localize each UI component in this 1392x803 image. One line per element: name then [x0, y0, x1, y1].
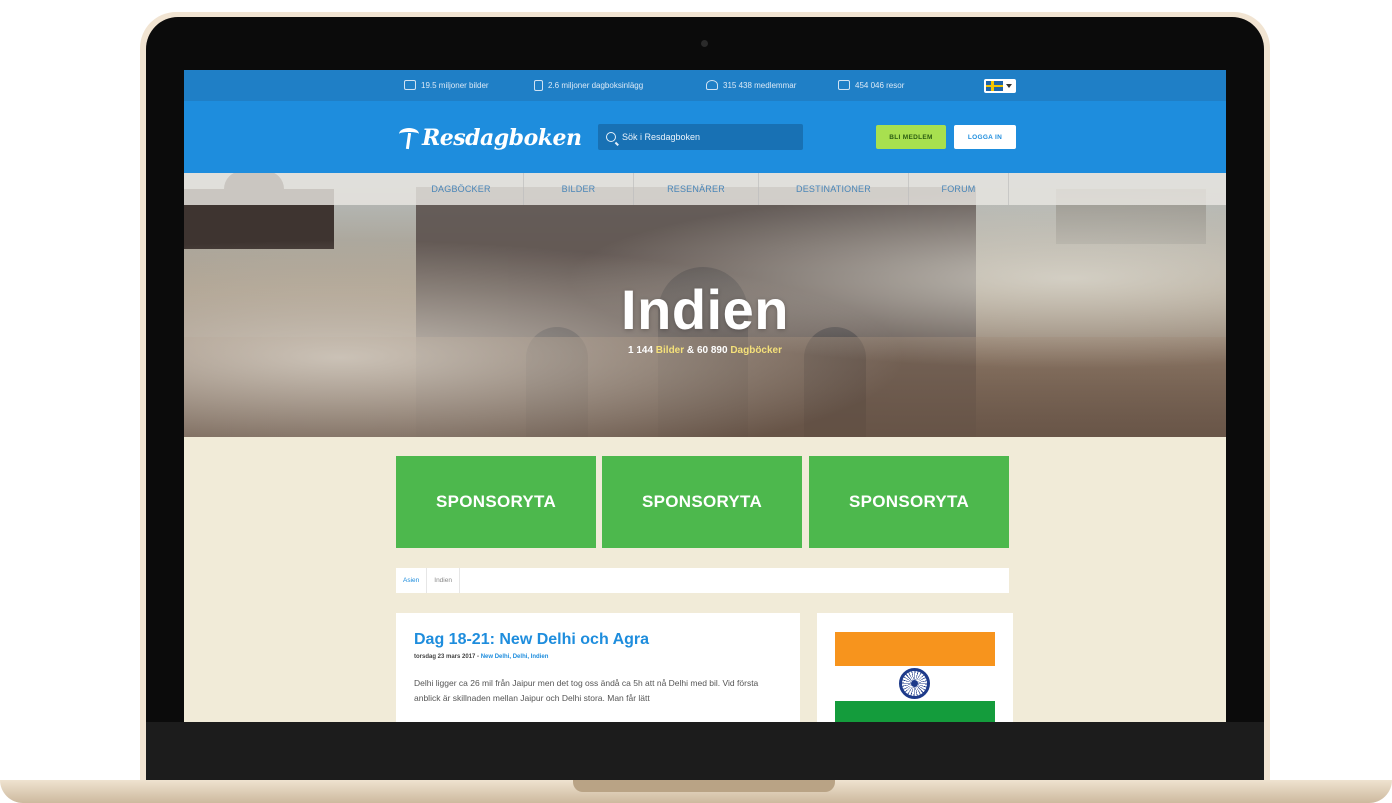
stat-text: 19.5 miljoner bilder: [421, 80, 489, 90]
search-input[interactable]: [622, 132, 792, 142]
laptop-chin: [146, 722, 1264, 782]
stat-members: 315 438 medlemmar: [706, 80, 796, 90]
sweden-flag-icon: [986, 81, 1003, 91]
sponsor-tile[interactable]: SPONSORYTA: [602, 456, 802, 548]
diaries-count: 60 890: [696, 345, 728, 356]
palm-tree-icon: [398, 127, 420, 149]
site-header: Resdagboken BLI MEDLEM LOGGA IN: [184, 101, 1226, 173]
diaries-link[interactable]: Dagböcker: [730, 345, 782, 356]
nav-resenarer[interactable]: RESENÄRER: [634, 173, 759, 205]
language-selector[interactable]: [984, 79, 1016, 93]
stat-text: 2.6 miljoner dagboksinlägg: [548, 81, 644, 90]
nav-destinationer[interactable]: DESTINATIONER: [759, 173, 909, 205]
camera-icon: [404, 80, 416, 90]
stat-text: 454 046 resor: [855, 80, 905, 90]
images-count: 1 144: [627, 345, 654, 356]
india-flag-icon: [835, 632, 995, 722]
search-box: [598, 124, 803, 150]
main-nav: DAGBÖCKER BILDER RESENÄRER DESTINATIONER…: [184, 173, 1226, 205]
logo-text: Resdagboken: [422, 125, 582, 151]
flag-stripe-saffron: [835, 632, 995, 666]
laptop-notch: [573, 780, 835, 792]
become-member-button[interactable]: BLI MEDLEM: [876, 125, 946, 149]
chevron-down-icon: [1006, 84, 1012, 88]
sponsor-tile[interactable]: SPONSORYTA: [809, 456, 1009, 548]
ashoka-chakra-icon: [899, 668, 930, 699]
post-title[interactable]: Dag 18-21: New Delhi och Agra: [414, 631, 782, 649]
breadcrumb-asien[interactable]: Asien: [396, 568, 428, 593]
stat-text: 315 438 medlemmar: [723, 80, 797, 90]
document-icon: [534, 80, 543, 91]
camera-icon: [701, 40, 708, 47]
nav-dagbocker[interactable]: DAGBÖCKER: [399, 173, 524, 205]
site-logo[interactable]: Resdagboken: [398, 125, 582, 151]
map-icon: [838, 80, 850, 90]
nav-bilder[interactable]: BILDER: [524, 173, 634, 205]
stat-entries: 2.6 miljoner dagboksinlägg: [534, 80, 643, 91]
country-flag-card: [817, 613, 1013, 722]
website-screen: 19.5 miljoner bilder 2.6 miljoner dagbok…: [184, 70, 1226, 722]
post-meta: torsdag 23 mars 2017 - New Delhi, Delhi,…: [414, 654, 782, 660]
post-excerpt: Delhi ligger ca 26 mil från Jaipur men d…: [414, 678, 759, 703]
flag-stripe-green: [835, 701, 995, 722]
stat-images: 19.5 miljoner bilder: [404, 80, 489, 90]
diary-post-card: Dag 18-21: New Delhi och Agra torsdag 23…: [396, 613, 800, 722]
stat-trips: 454 046 resor: [838, 80, 904, 90]
images-link[interactable]: Bilder: [656, 345, 684, 356]
breadcrumb-indien: Indien: [427, 568, 460, 593]
post-date: torsdag 23 mars 2017 -: [414, 654, 480, 660]
breadcrumb: Asien Indien: [396, 568, 1009, 593]
nav-forum[interactable]: FORUM: [909, 173, 1009, 205]
sponsor-tile[interactable]: SPONSORYTA: [396, 456, 596, 548]
joiner: &: [686, 345, 695, 356]
user-icon: [706, 80, 718, 90]
search-icon[interactable]: [606, 132, 616, 142]
post-tags[interactable]: New Delhi, Delhi, Indien: [481, 654, 549, 660]
hero-subtitle: 1 144 Bilder & 60 890 Dagböcker: [184, 345, 1226, 356]
hero-title: Indien: [621, 278, 789, 341]
login-button[interactable]: LOGGA IN: [954, 125, 1016, 149]
stats-bar: 19.5 miljoner bilder 2.6 miljoner dagbok…: [184, 70, 1226, 101]
